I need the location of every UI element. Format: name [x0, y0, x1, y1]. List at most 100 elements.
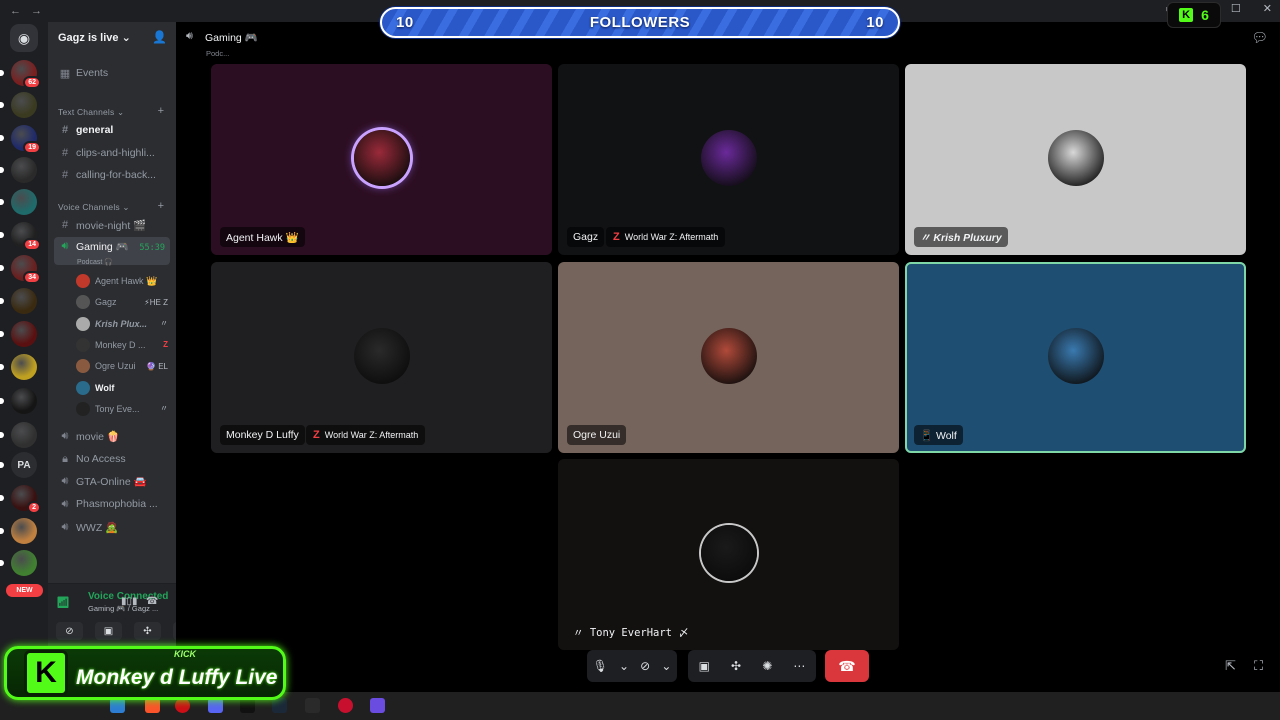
voice-channel-label: WWZ 🧟 — [76, 521, 119, 534]
events-item[interactable]: ▦ Events — [54, 63, 170, 83]
participant-tile[interactable]: Agent Hawk 👑 — [211, 64, 552, 255]
voice-channel-label: Phasmophobia ... — [76, 498, 158, 510]
server-icon[interactable] — [0, 321, 37, 347]
voice-user[interactable]: Agent Hawk 👑 — [76, 272, 168, 290]
server-icon[interactable] — [0, 388, 37, 414]
avatar — [1047, 129, 1104, 186]
kick-viewer-count: 6 — [1201, 7, 1209, 23]
server-icon[interactable] — [0, 288, 37, 314]
signal-icon[interactable]: 📶︎ — [56, 596, 70, 609]
screen-share-icon[interactable]: ▣ — [699, 659, 710, 673]
text-channels-category[interactable]: Text Channels ⌄ — [58, 107, 124, 118]
channel-general[interactable]: # general — [54, 120, 170, 140]
voice-channel[interactable]: 🔊︎ GTA-Online 🚘 — [54, 471, 170, 491]
voice-channel[interactable]: 🔊︎ WWZ 🧟 — [54, 517, 170, 537]
avatar — [353, 129, 410, 186]
participant-tile[interactable]: 〃 Tony EverHart 〆 — [558, 459, 899, 650]
voice-user[interactable]: Krish Plux... 〃 — [76, 315, 168, 333]
avatar — [700, 327, 757, 384]
game-icon: Z — [313, 429, 320, 441]
kick-logo-icon: K — [24, 650, 68, 696]
microphone-icon[interactable]: 🎙︎ — [593, 659, 608, 673]
voice-user[interactable]: Monkey D ... Z — [76, 336, 168, 354]
participant-tile[interactable]: 〃 Krish Pluxury — [905, 64, 1246, 255]
discord-home-icon[interactable]: ◉ — [10, 24, 38, 52]
server-icon[interactable] — [0, 92, 37, 118]
voice-channel-status: Podcast 🎧 — [77, 259, 113, 266]
server-name[interactable]: Gagz is live ⌄ — [58, 31, 131, 44]
server-initials: PA — [11, 452, 37, 478]
server-icon[interactable] — [0, 354, 37, 380]
server-icon[interactable]: 19 — [0, 125, 41, 154]
noise-suppression-icon[interactable]: ▮▯▮ — [121, 596, 138, 607]
participant-tile[interactable]: Gagz Z World War Z: Aftermath — [558, 64, 899, 255]
forward-arrow-icon[interactable]: → — [31, 5, 42, 17]
server-icon[interactable]: 34 — [0, 255, 41, 284]
voice-channel[interactable]: 🔊︎ movie 🍿 — [54, 426, 170, 446]
channel-calling-for-backup[interactable]: # calling-for-back... — [54, 165, 170, 185]
participant-name: 📱 Wolf — [914, 425, 963, 445]
add-text-channel-icon[interactable]: + — [158, 105, 164, 117]
voice-user[interactable]: Gagz ⚡HE Z — [76, 293, 168, 311]
participant-tile[interactable]: Ogre Uzui — [558, 262, 899, 453]
followers-goal-overlay: 10 FOLLOWERS 10 — [380, 7, 900, 38]
voice-channel[interactable]: 🔒︎ No Access — [54, 449, 170, 469]
fullscreen-icon[interactable]: ⛶ — [1254, 658, 1263, 674]
call-action-controls: ▣ ✣ ✺ ⋯ — [688, 650, 816, 682]
mention-badge: 62 — [23, 76, 41, 89]
call-channel-status[interactable]: Podc... — [206, 49, 229, 58]
soundboard-icon[interactable]: ✺ — [762, 659, 772, 673]
server-icon[interactable] — [0, 422, 37, 448]
voice-user[interactable]: Tony Eve... 〃 — [76, 400, 168, 418]
activities-icon[interactable]: ✣ — [731, 659, 741, 673]
mention-badge: 19 — [23, 141, 41, 154]
server-icon[interactable] — [0, 189, 37, 215]
server-icon[interactable] — [0, 550, 37, 576]
voice-channel[interactable]: 🔊︎ Phasmophobia ... — [54, 494, 170, 514]
server-icon[interactable]: 62 — [0, 60, 41, 89]
participant-tile[interactable]: Monkey D Luffy Z World War Z: Aftermath — [211, 262, 552, 453]
unread-indicator — [0, 298, 4, 304]
unread-indicator — [0, 167, 4, 173]
taskbar-app-icon[interactable] — [370, 698, 385, 713]
server-icon[interactable] — [0, 518, 37, 544]
server-icon[interactable]: 2 — [0, 485, 41, 514]
voice-user[interactable]: Wolf — [76, 379, 168, 397]
participant-tile[interactable]: 📱 Wolf — [905, 262, 1246, 453]
mention-badge: 2 — [27, 501, 41, 514]
maximize-icon[interactable]: ☐ — [1231, 2, 1241, 15]
server-icon[interactable]: PA — [0, 452, 37, 478]
voice-channels-category[interactable]: Voice Channels ⌄ — [58, 202, 130, 213]
unread-indicator — [0, 199, 4, 205]
voice-user[interactable]: Ogre Uzui 🔮 EL — [76, 357, 168, 375]
chat-bubble-icon[interactable]: 💬︎ — [1251, 30, 1268, 46]
server-icon[interactable]: 14 — [0, 222, 41, 251]
taskbar-app-icon[interactable] — [305, 698, 320, 713]
channel-clips[interactable]: # clips-and-highli... — [54, 143, 170, 163]
add-member-icon[interactable]: 👤 — [152, 30, 167, 44]
camera-off-icon[interactable]: ⊘ — [640, 659, 650, 673]
server-icon[interactable] — [0, 157, 37, 183]
hash-icon: # — [61, 169, 69, 181]
unread-indicator — [0, 265, 4, 271]
unread-indicator — [0, 102, 4, 108]
popout-icon[interactable]: ⇱ — [1225, 658, 1236, 674]
channel-movie-night[interactable]: # movie-night 🎬 — [54, 215, 170, 235]
chevron-down-icon[interactable]: ⌄ — [661, 659, 671, 673]
activity-icon: Z — [163, 340, 168, 350]
taskbar-app-icon[interactable] — [338, 698, 353, 713]
voice-channel-label: No Access — [76, 453, 126, 465]
kick-label: KICK — [174, 649, 196, 659]
more-options-icon[interactable]: ⋯ — [793, 659, 805, 673]
participant-name: Monkey D Luffy — [220, 425, 305, 445]
back-arrow-icon[interactable]: ← — [10, 5, 21, 17]
chevron-down-icon[interactable]: ⌄ — [619, 659, 629, 673]
game-title: World War Z: Aftermath — [624, 232, 719, 242]
end-call-button[interactable]: ☎ — [825, 650, 869, 682]
avatar — [76, 380, 90, 395]
close-icon[interactable]: ✕ — [1263, 2, 1272, 15]
voice-channel-timer: 55:39 — [139, 243, 165, 253]
avatar — [353, 327, 410, 384]
add-voice-channel-icon[interactable]: + — [158, 200, 164, 212]
disconnect-icon[interactable]: ☎ — [146, 596, 158, 607]
